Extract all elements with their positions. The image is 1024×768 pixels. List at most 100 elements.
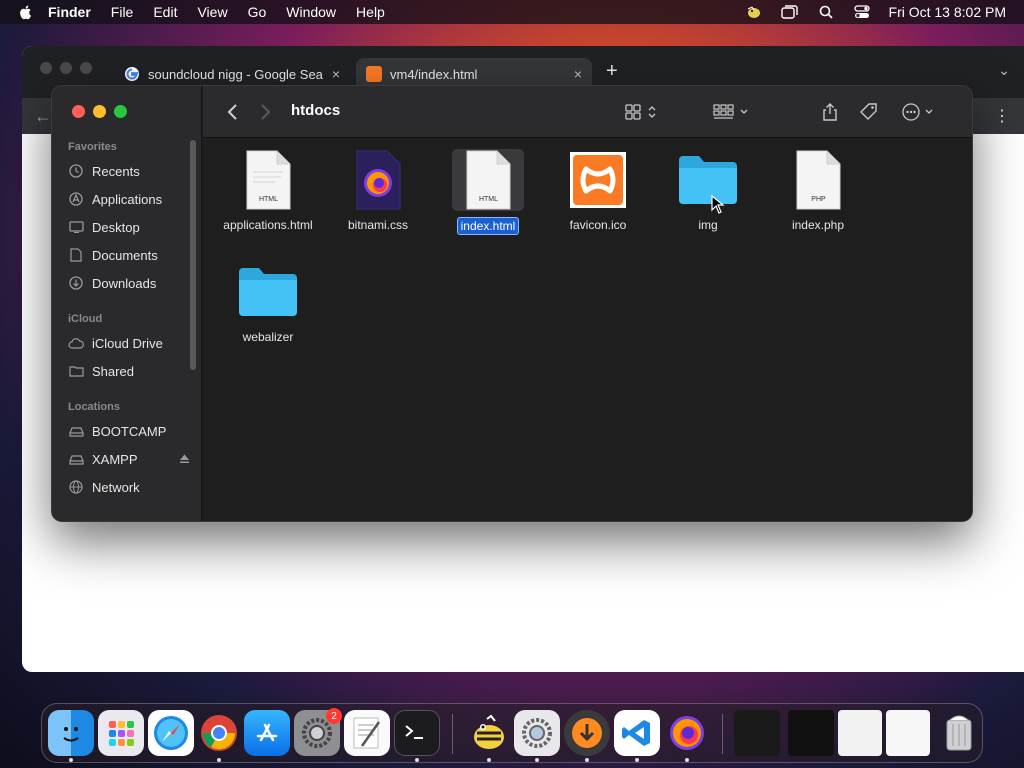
- firefox-css-file-icon: [342, 149, 414, 211]
- group-by-icon[interactable]: [713, 101, 751, 123]
- dock-settings-icon[interactable]: [514, 710, 560, 756]
- file-index-php[interactable]: PHP index.php: [763, 149, 873, 249]
- shared-folder-icon: [68, 363, 84, 379]
- file-name: index.php: [791, 218, 845, 232]
- finder-window: Favorites Recents Applications Desktop D…: [51, 85, 973, 522]
- browser-minimize-button[interactable]: [60, 62, 72, 74]
- html-file-icon: HTML: [232, 149, 304, 211]
- download-icon: [68, 275, 84, 291]
- control-center-icon[interactable]: [853, 4, 871, 20]
- dock-minimized-window-3[interactable]: [838, 710, 882, 756]
- menu-file[interactable]: File: [111, 4, 134, 20]
- dock: 2: [41, 703, 983, 763]
- forward-chevron-icon[interactable]: [257, 102, 273, 122]
- sidebar-item-bootcamp[interactable]: BOOTCAMP: [68, 420, 188, 442]
- tag-icon[interactable]: [859, 101, 879, 123]
- spotlight-search-icon[interactable]: [817, 4, 835, 20]
- dock-app-store-icon[interactable]: [244, 710, 290, 756]
- dock-cyberduck-icon[interactable]: [466, 710, 512, 756]
- file-bitnami-css[interactable]: bitnami.css: [323, 149, 433, 249]
- view-toggle-grid-icon[interactable]: [625, 101, 659, 123]
- menu-edit[interactable]: Edit: [153, 4, 177, 20]
- sidebar-item-desktop[interactable]: Desktop: [68, 216, 188, 238]
- folder-img[interactable]: img: [653, 149, 763, 249]
- more-actions-icon[interactable]: [901, 101, 937, 123]
- dock-finder-icon[interactable]: [48, 710, 94, 756]
- folder-webalizer[interactable]: webalizer: [213, 261, 323, 361]
- file-name: webalizer: [242, 330, 294, 344]
- html-file-icon: HTML: [452, 149, 524, 211]
- dock-safari-icon[interactable]: [148, 710, 194, 756]
- dock-trash-icon[interactable]: [936, 710, 982, 756]
- dock-vscode-icon[interactable]: [614, 710, 660, 756]
- file-favicon-ico[interactable]: favicon.ico: [543, 149, 653, 249]
- share-icon[interactable]: [821, 101, 839, 123]
- finder-content-area: HTML applications.html bitnami.css HTML …: [203, 139, 972, 521]
- tab-close-icon[interactable]: ×: [332, 66, 340, 82]
- file-name: bitnami.css: [347, 218, 409, 232]
- sidebar-item-xampp[interactable]: XAMPP: [68, 448, 190, 470]
- menu-help[interactable]: Help: [356, 4, 385, 20]
- cyberduck-status-icon[interactable]: [745, 4, 763, 20]
- dock-firefox-icon[interactable]: [664, 710, 710, 756]
- dock-launchpad-icon[interactable]: [98, 710, 144, 756]
- folder-icon: [232, 261, 304, 323]
- php-file-icon: PHP: [782, 149, 854, 211]
- menu-view[interactable]: View: [197, 4, 227, 20]
- sidebar-item-downloads[interactable]: Downloads: [68, 272, 188, 294]
- running-indicator: [585, 758, 589, 762]
- file-index-html[interactable]: HTML index.html: [433, 149, 543, 249]
- browser-tab-title: soundcloud nigg - Google Sea: [148, 66, 323, 82]
- menu-app-name[interactable]: Finder: [48, 4, 91, 20]
- tab-close-icon[interactable]: ×: [574, 66, 582, 82]
- dock-system-settings-icon[interactable]: 2: [294, 708, 342, 756]
- dock-terminal-icon[interactable]: [394, 710, 440, 756]
- finder-toolbar: htdocs: [203, 86, 972, 138]
- sidebar-header-locations: Locations: [68, 401, 120, 413]
- drive-icon: [68, 423, 84, 439]
- minimize-button[interactable]: [93, 105, 106, 118]
- browser-close-button[interactable]: [40, 62, 52, 74]
- running-indicator: [535, 758, 539, 762]
- tab-search-chevron-icon[interactable]: ⌄: [998, 62, 1010, 79]
- browser-zoom-button[interactable]: [80, 62, 92, 74]
- sidebar-item-network[interactable]: Network: [68, 476, 188, 498]
- menu-go[interactable]: Go: [248, 4, 267, 20]
- back-chevron-icon[interactable]: [225, 102, 241, 122]
- sidebar-item-label: Downloads: [92, 275, 157, 291]
- sidebar-item-recents[interactable]: Recents: [68, 160, 188, 182]
- sidebar-item-applications[interactable]: Applications: [68, 188, 188, 210]
- sidebar-item-icloud-drive[interactable]: iCloud Drive: [68, 332, 188, 354]
- window-switcher-icon[interactable]: [781, 4, 799, 20]
- sidebar-header-icloud: iCloud: [68, 313, 103, 325]
- new-tab-button[interactable]: +: [606, 60, 618, 83]
- dock-minimized-window-1[interactable]: [734, 710, 780, 756]
- finder-sidebar: Favorites Recents Applications Desktop D…: [52, 86, 202, 521]
- browser-menu-icon[interactable]: ⋮: [994, 106, 1010, 126]
- browser-back-icon[interactable]: ←: [34, 106, 52, 127]
- svg-text:PHP: PHP: [811, 196, 826, 203]
- svg-text:HTML: HTML: [259, 196, 278, 203]
- xampp-icon: [562, 149, 634, 211]
- running-indicator: [217, 758, 221, 762]
- browser-window-controls: [40, 62, 92, 74]
- document-icon: [68, 247, 84, 263]
- menu-clock[interactable]: Fri Oct 13 8:02 PM: [889, 4, 1006, 20]
- eject-icon[interactable]: [179, 452, 190, 467]
- close-button[interactable]: [72, 105, 85, 118]
- dock-chrome-icon[interactable]: [196, 710, 242, 756]
- dock-downloader-icon[interactable]: [564, 710, 610, 756]
- dock-separator: [722, 714, 723, 754]
- dock-minimized-window-4[interactable]: [886, 710, 930, 756]
- file-name: img: [698, 218, 718, 232]
- dock-textedit-icon[interactable]: [344, 710, 390, 756]
- file-applications-html[interactable]: HTML applications.html: [213, 149, 323, 249]
- sidebar-scrollbar[interactable]: [190, 140, 196, 370]
- desktop-icon: [68, 219, 84, 235]
- dock-minimized-window-2[interactable]: [788, 710, 834, 756]
- apple-menu-icon[interactable]: [18, 4, 34, 20]
- menu-window[interactable]: Window: [286, 4, 336, 20]
- sidebar-item-documents[interactable]: Documents: [68, 244, 188, 266]
- zoom-button[interactable]: [114, 105, 127, 118]
- sidebar-item-shared[interactable]: Shared: [68, 360, 188, 382]
